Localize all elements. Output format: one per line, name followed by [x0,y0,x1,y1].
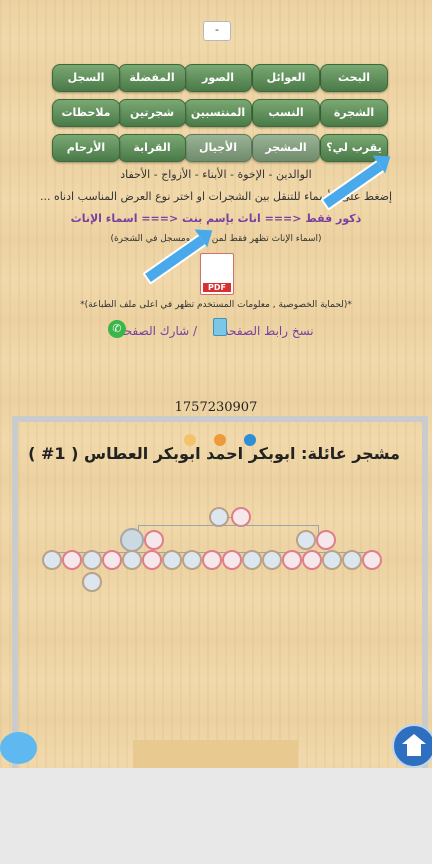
visit-counter: 1757230907 [174,400,258,415]
bottom-bar [133,740,298,768]
person-node[interactable] [262,550,282,570]
menu-notes-button[interactable]: ملاحظات [52,99,120,127]
person-node[interactable] [362,550,382,570]
female-names-link[interactable]: اسماء الإناث [71,212,138,225]
person-node[interactable] [202,550,222,570]
menu-families-button[interactable]: العوائل [252,64,320,92]
copy-link[interactable]: نسخ رابط الصفحة [223,324,314,338]
view-links: ذكور فقط <=== اناث بإسم بنت <=== اسماء ا… [70,212,362,225]
person-node[interactable] [82,572,102,592]
menu-search-button[interactable]: البحث [320,64,388,92]
person-node[interactable] [182,550,202,570]
tree-panel: مشجر عائلة: ابوبكر احمد ابوبكر العطاس ( … [12,416,428,768]
person-node[interactable] [316,530,336,550]
tree-title: مشجر عائلة: ابوبكر احمد ابوبكر العطاس ( … [28,444,400,463]
menu-chart-button[interactable]: المشجر [252,134,320,162]
menu-kinship-button[interactable]: القرابة [118,134,186,162]
menu-two-trees-button[interactable]: شجرتين [118,99,186,127]
person-node[interactable] [82,550,102,570]
pointer-arrow-icon [320,159,386,211]
menu-photos-button[interactable]: الصور [184,64,252,92]
males-only-link[interactable]: ذكور فقط [305,212,361,225]
person-node[interactable] [231,507,251,527]
collapse-button[interactable]: - [203,21,231,41]
person-node[interactable] [42,550,62,570]
menu-generations-button[interactable]: الأجيال [184,134,252,162]
person-node[interactable] [142,550,162,570]
person-node[interactable] [162,550,182,570]
home-icon[interactable] [392,724,432,768]
person-node[interactable] [122,550,142,570]
instruction-text: إضغط على الأسماء للتنقل بين الشجرات او ا… [39,190,393,203]
pdf-icon[interactable]: PDF [200,253,234,295]
female-by-name-link[interactable]: اناث بإسم بنت [182,212,261,225]
person-node[interactable] [342,550,362,570]
person-node[interactable] [120,528,144,552]
person-node[interactable] [296,530,316,550]
menu-lineage-button[interactable]: النسب [252,99,320,127]
person-node[interactable] [222,550,242,570]
privacy-note: *(لحماية الخصوصية , معلومات المستخدم تظه… [80,300,352,310]
person-node[interactable] [144,530,164,550]
menu-favorites-button[interactable]: المفضلة [118,64,186,92]
person-node[interactable] [209,507,229,527]
menu-log-button[interactable]: السجل [52,64,120,92]
clipboard-icon[interactable] [213,318,227,336]
menu-fab[interactable] [0,732,37,764]
person-node[interactable] [282,550,302,570]
whatsapp-icon[interactable]: ✆ [108,320,126,338]
menu-tree-button[interactable]: الشجرة [320,99,388,127]
person-node[interactable] [322,550,342,570]
wood-background: - البحث العوائل الصور المفضلة السجل الشج… [0,0,432,768]
person-node[interactable] [102,550,122,570]
person-node[interactable] [242,550,262,570]
menu-kin-button[interactable]: الأرحام [52,134,120,162]
share-page-link[interactable]: شارك الصفحة [118,324,189,338]
person-node[interactable] [62,550,82,570]
menu-affiliates-button[interactable]: المنتسبين [184,99,252,127]
person-node[interactable] [302,550,322,570]
